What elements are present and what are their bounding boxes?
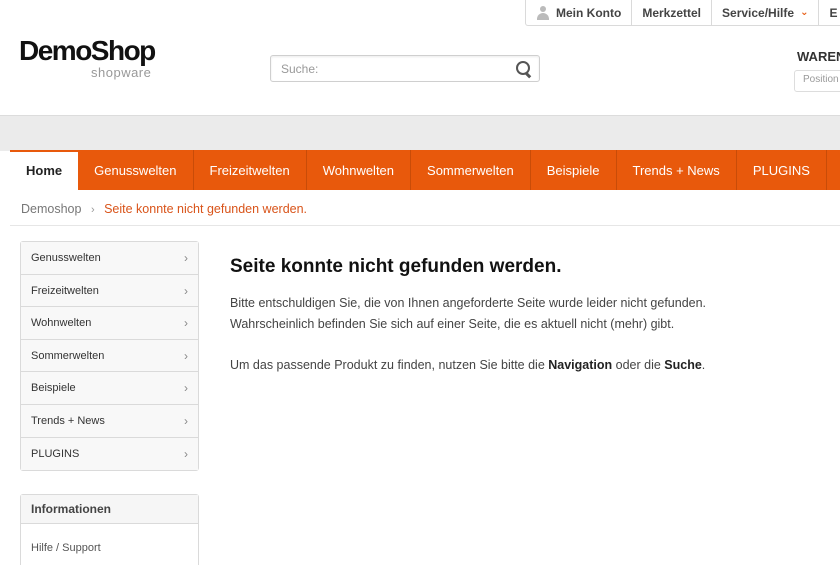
sidebar-item-label: Trends + News <box>31 414 105 427</box>
wishlist-label: Merkzettel <box>642 5 702 20</box>
header-band <box>0 115 840 151</box>
nav-item-wohnwelten[interactable]: Wohnwelten <box>307 150 412 190</box>
help-mid: oder die <box>612 358 665 372</box>
breadcrumb-root[interactable]: Demoshop <box>21 202 81 216</box>
service-bar: Mein Konto Merkzettel Service/Hilfe ⌄ E <box>525 0 840 26</box>
wishlist-link[interactable]: Merkzettel <box>631 0 711 25</box>
nav-item-plugins[interactable]: PLUGINS <box>737 150 827 190</box>
error-message: Bitte entschuldigen Sie, die von Ihnen a… <box>230 293 830 335</box>
search-box <box>270 55 540 82</box>
chevron-right-icon: › <box>184 381 188 396</box>
chevron-right-icon: › <box>184 348 188 363</box>
sidebar-item-label: Wohnwelten <box>31 317 92 330</box>
breadcrumb-separator: › <box>90 204 95 216</box>
error-line-2: Wahrscheinlich befinden Sie sich auf ein… <box>230 317 675 331</box>
navigation-hint: Navigation <box>548 358 613 372</box>
cart-label[interactable]: WAREN <box>797 49 840 64</box>
search-input[interactable] <box>271 56 501 81</box>
sidebar-item-beispiele[interactable]: Beispiele › <box>21 372 198 405</box>
page-title: Seite konnte nicht gefunden werden. <box>230 256 562 277</box>
sidebar-item-label: Genusswelten <box>31 252 101 264</box>
chevron-down-icon: ⌄ <box>800 7 809 18</box>
sidebar-item-label: Sommerwelten <box>31 349 105 362</box>
chevron-right-icon: › <box>184 316 188 331</box>
error-line-1: Bitte entschuldigen Sie, die von Ihnen a… <box>230 296 707 310</box>
sidebar-item-label: Beispiele <box>31 382 76 395</box>
info-box: Informationen Hilfe / Support <box>20 494 199 565</box>
sidebar-item-label: PLUGINS <box>31 447 80 460</box>
chevron-right-icon: › <box>184 413 188 428</box>
help-prefix: Um das passende Produkt zu finden, nutze… <box>230 358 549 372</box>
sidebar-item-genusswelten[interactable]: Genusswelten › <box>21 242 198 275</box>
main-content: Seite konnte nicht gefunden werden. Bitt… <box>230 256 830 376</box>
sidebar-item-label: Freizeitwelten <box>31 284 99 297</box>
service-label: Service/Hilfe <box>722 5 795 20</box>
chevron-right-icon: › <box>184 283 188 298</box>
shop-logo[interactable]: DemoShop shopware <box>19 35 156 81</box>
help-suffix: . <box>701 358 706 372</box>
extra-menu-label: E <box>829 5 838 20</box>
nav-item-trends-news[interactable]: Trends + News <box>617 150 737 190</box>
cart-positions[interactable]: Position <box>794 70 840 92</box>
breadcrumb-divider <box>10 225 840 226</box>
info-title: Informationen <box>21 495 198 524</box>
sidebar-navigation: Genusswelten › Freizeitwelten › Wohnwelt… <box>20 241 199 472</box>
nav-item-freizeitwelten[interactable]: Freizeitwelten <box>194 150 307 190</box>
nav-item-sommerwelten[interactable]: Sommerwelten <box>411 150 531 190</box>
service-menu[interactable]: Service/Hilfe ⌄ <box>711 0 818 25</box>
breadcrumb-current[interactable]: Seite konnte nicht gefunden werden. <box>104 202 307 216</box>
sidebar-item-sommerwelten[interactable]: Sommerwelten › <box>21 339 198 373</box>
search-hint: Suche <box>664 358 702 372</box>
nav-item-beispiele[interactable]: Beispiele <box>531 150 617 190</box>
chevron-right-icon: › <box>184 446 188 461</box>
sidebar-item-wohnwelten[interactable]: Wohnwelten › <box>21 307 198 340</box>
user-icon <box>536 5 550 20</box>
logo-subtitle: shopware <box>91 65 152 80</box>
breadcrumb: Demoshop › Seite konnte nicht gefunden w… <box>21 202 307 216</box>
extra-menu-item[interactable]: E <box>818 0 840 25</box>
my-account-label: Mein Konto <box>556 5 622 20</box>
sidebar-item-freizeitwelten[interactable]: Freizeitwelten › <box>21 274 198 308</box>
chevron-right-icon: › <box>184 251 188 265</box>
logo-title: DemoShop <box>19 35 156 66</box>
sidebar-item-trends-news[interactable]: Trends + News › <box>21 404 198 438</box>
my-account-link[interactable]: Mein Konto <box>526 0 631 25</box>
help-message: Um das passende Produkt zu finden, nutze… <box>230 355 830 376</box>
sidebar-item-plugins[interactable]: PLUGINS › <box>21 437 198 471</box>
content-area: Demoshop › Seite konnte nicht gefunden w… <box>10 190 840 565</box>
nav-item-genusswelten[interactable]: Genusswelten <box>78 150 194 190</box>
search-icon[interactable] <box>515 60 533 78</box>
main-navigation: Home Genusswelten Freizeitwelten Wohnwel… <box>10 150 840 192</box>
nav-item-home[interactable]: Home <box>10 152 79 192</box>
help-support-link[interactable]: Hilfe / Support <box>31 542 101 554</box>
